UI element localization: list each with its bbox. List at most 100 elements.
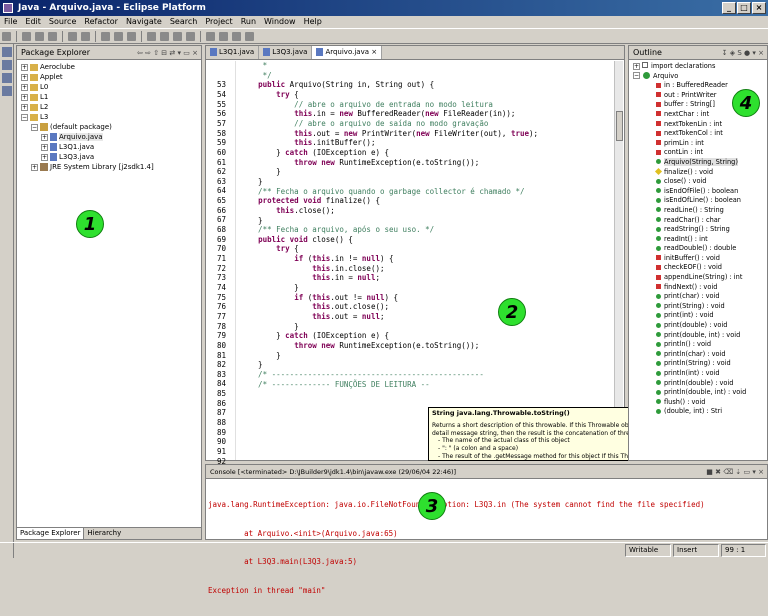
collapse-all-icon[interactable]: ⊟ <box>161 49 167 57</box>
hide-static-icon[interactable]: S <box>737 49 741 57</box>
expand-icon[interactable]: + <box>41 153 48 161</box>
save-all-icon[interactable] <box>35 32 44 41</box>
run-icon[interactable] <box>114 32 123 41</box>
menu-edit[interactable]: Edit <box>21 16 45 28</box>
search-icon[interactable] <box>81 32 90 41</box>
outline-member[interactable]: flush() : void <box>655 398 767 408</box>
project-item[interactable]: + L1 <box>21 92 201 102</box>
collapse-icon[interactable]: − <box>21 113 28 121</box>
view-menu-icon[interactable]: ▾ <box>752 49 756 57</box>
remove-launch-icon[interactable]: ✖ <box>715 468 721 476</box>
outline-member[interactable]: findNext() : void <box>655 283 767 293</box>
library-item[interactable]: + JRE System Library [j2sdk1.4] <box>21 162 201 172</box>
open-type-hierarchy-icon[interactable] <box>186 32 195 41</box>
outline-member[interactable]: println(double) : void <box>655 379 767 389</box>
outline-member[interactable]: nextTokenCol : int <box>655 129 767 139</box>
menu-project[interactable]: Project <box>201 16 236 28</box>
outline-member[interactable]: println(char) : void <box>655 350 767 360</box>
project-item[interactable]: + Applet <box>21 72 201 82</box>
print-icon[interactable] <box>48 32 57 41</box>
outline-member[interactable]: Arquivo(String, String) <box>655 157 767 168</box>
display-console-icon[interactable]: ▭ <box>744 468 751 476</box>
toggle-mark-occurrences-icon[interactable] <box>206 32 215 41</box>
back-icon[interactable] <box>232 32 241 41</box>
minimize-button[interactable]: _ <box>722 2 736 14</box>
save-icon[interactable] <box>22 32 31 41</box>
tab-hierarchy[interactable]: Hierarchy <box>84 528 124 539</box>
close-view-icon[interactable]: × <box>192 49 198 57</box>
outline-member[interactable]: print(double) : void <box>655 321 767 331</box>
new-package-icon[interactable] <box>160 32 169 41</box>
expand-icon[interactable]: + <box>21 103 28 111</box>
outline-member[interactable]: finalize() : void <box>654 168 767 178</box>
console-title[interactable]: Console [<terminated> D:\JBuilder9\jdk1.… <box>210 468 456 476</box>
scroll-lock-icon[interactable]: ⇣ <box>735 468 741 476</box>
outline-member[interactable]: println() : void <box>655 340 767 350</box>
project-item[interactable]: + L0 <box>21 82 201 92</box>
terminate-icon[interactable]: ■ <box>706 468 713 476</box>
project-item[interactable]: − L3 <box>21 112 201 122</box>
sort-icon[interactable]: ↧ <box>722 49 728 57</box>
menu-window[interactable]: Window <box>260 16 300 28</box>
outline-member[interactable]: isEndOfFile() : boolean <box>655 187 767 197</box>
package-item[interactable]: − (default package) <box>21 122 201 132</box>
next-annotation-icon[interactable] <box>219 32 228 41</box>
outline-member[interactable]: readLine() : String <box>655 206 767 216</box>
package-explorer-title[interactable]: Package Explorer <box>21 48 90 57</box>
hide-nonpublic-icon[interactable]: ● <box>744 49 750 57</box>
outline-member[interactable]: readChar() : char <box>655 216 767 226</box>
tab-l3q3-java[interactable]: L3Q3.java <box>259 46 313 59</box>
view-menu-icon[interactable]: ▾ <box>178 49 182 57</box>
tab-package-explorer[interactable]: Package Explorer <box>17 528 85 539</box>
outline-member[interactable]: initBuffer() : void <box>655 254 767 264</box>
debug-icon[interactable] <box>101 32 110 41</box>
menu-source[interactable]: Source <box>45 16 80 28</box>
project-item[interactable]: + Aeroclube <box>21 62 201 72</box>
link-editor-icon[interactable]: ⇄ <box>169 49 175 57</box>
forward-icon[interactable] <box>245 32 254 41</box>
outline-member[interactable]: contLin : int <box>655 148 767 158</box>
outline-member[interactable]: readString() : String <box>655 225 767 235</box>
outline-member[interactable]: readDouble() : double <box>655 244 767 254</box>
code-area[interactable]: * */ public Arquivo(String in, String ou… <box>240 61 610 460</box>
menu-help[interactable]: Help <box>300 16 326 28</box>
collapse-icon[interactable]: − <box>633 72 640 80</box>
debug-perspective-icon[interactable] <box>2 73 12 83</box>
minimize-view-icon[interactable]: ▭ <box>183 49 190 57</box>
file-item[interactable]: + Arquivo.java <box>21 132 201 142</box>
outline-member[interactable]: print(String) : void <box>655 302 767 312</box>
open-type-icon[interactable] <box>68 32 77 41</box>
forward-icon[interactable]: ⇨ <box>145 49 151 57</box>
hide-fields-icon[interactable]: ◈ <box>730 49 735 57</box>
tab-l3q1-java[interactable]: L3Q1.java <box>206 46 260 59</box>
expand-icon[interactable]: + <box>21 93 28 101</box>
outline-member[interactable]: checkEOF() : void <box>655 263 767 273</box>
outline-member[interactable]: print(int) : void <box>655 311 767 321</box>
outline-class[interactable]: − Arquivo <box>633 72 767 82</box>
outline-member[interactable]: primLin : int <box>655 139 767 149</box>
outline-member[interactable]: nextTokenLin : int <box>655 120 767 130</box>
outline-member[interactable]: print(char) : void <box>655 292 767 302</box>
close-window-button[interactable]: × <box>752 2 766 14</box>
collapse-icon[interactable]: − <box>31 123 38 131</box>
project-item[interactable]: + L2 <box>21 102 201 112</box>
external-tools-icon[interactable] <box>127 32 136 41</box>
tab-arquivo-java[interactable]: Arquivo.java × <box>312 46 383 59</box>
java-perspective-icon[interactable] <box>2 60 12 70</box>
expand-icon[interactable]: + <box>633 62 640 70</box>
outline-member[interactable]: println(double, int) : void <box>655 388 767 398</box>
expand-icon[interactable]: + <box>41 143 48 151</box>
outline-member[interactable]: readInt() : int <box>655 235 767 245</box>
menu-file[interactable]: File <box>0 16 21 28</box>
menu-refactor[interactable]: Refactor <box>80 16 122 28</box>
clear-console-icon[interactable]: ⌫ <box>723 468 733 476</box>
new-java-project-icon[interactable] <box>147 32 156 41</box>
outline-member[interactable]: (double, int) : Stri <box>655 407 767 417</box>
new-class-icon[interactable] <box>173 32 182 41</box>
maximize-button[interactable]: □ <box>737 2 751 14</box>
outline-member[interactable]: close() : void <box>655 177 767 187</box>
file-item[interactable]: + L3Q3.java <box>21 152 201 162</box>
expand-icon[interactable]: + <box>21 83 28 91</box>
new-icon[interactable] <box>2 32 11 41</box>
resource-perspective-icon[interactable] <box>2 86 12 96</box>
